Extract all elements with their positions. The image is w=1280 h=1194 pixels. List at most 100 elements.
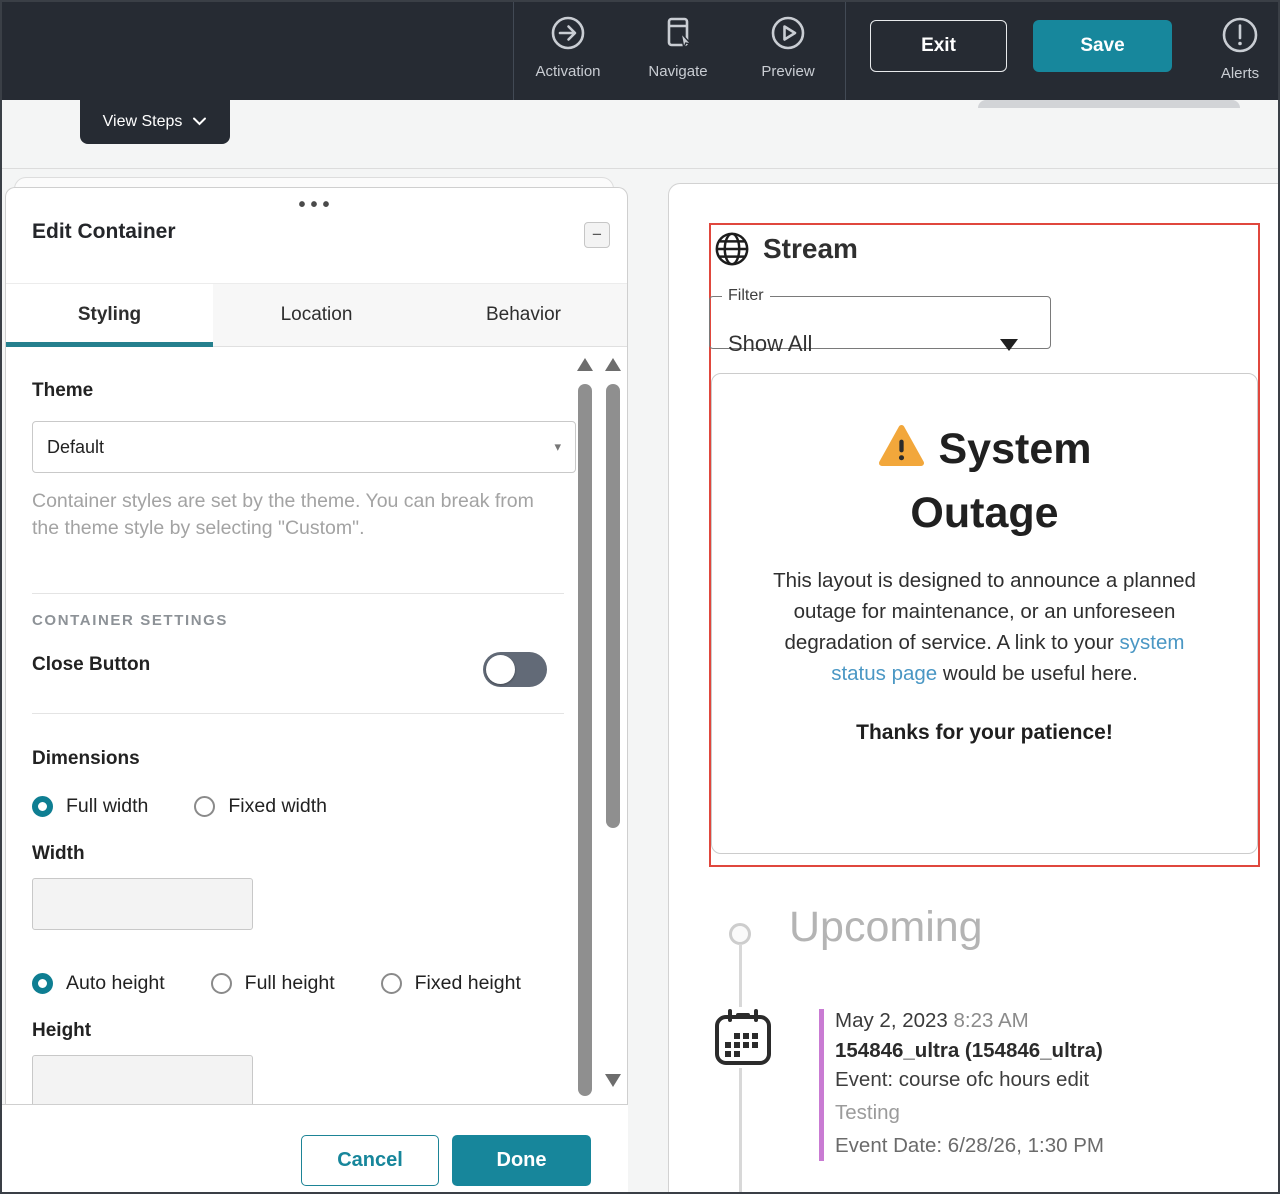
tab-styling[interactable]: Styling <box>6 284 213 346</box>
tab-behavior[interactable]: Behavior <box>420 284 627 346</box>
navigate-button[interactable]: Navigate <box>636 12 720 80</box>
minimize-panel-button[interactable]: − <box>584 222 610 248</box>
cancel-button-label: Cancel <box>337 1149 403 1172</box>
stream-preview-panel: Stream Filter Show All System Outage Thi… <box>668 183 1280 1194</box>
filter-selected-value: Show All <box>728 331 812 357</box>
outer-scrollbar-thumb[interactable] <box>606 384 620 828</box>
radio-button-icon <box>211 973 232 994</box>
radio-full-width-label: Full width <box>66 795 148 818</box>
radio-full-height-label: Full height <box>245 972 335 995</box>
exit-button[interactable]: Exit <box>870 20 1007 72</box>
preview-button[interactable]: Preview <box>746 12 830 80</box>
warning-triangle-icon <box>878 424 925 484</box>
tab-behavior-label: Behavior <box>486 304 561 326</box>
timeline-line <box>739 1068 742 1194</box>
event-date-time: May 2, 2023 8:23 AM <box>835 1009 1255 1033</box>
done-button[interactable]: Done <box>452 1135 591 1186</box>
dropdown-caret-icon <box>1000 339 1018 351</box>
theme-select[interactable]: Default ▾ <box>32 421 576 473</box>
filter-label: Filter <box>722 287 770 305</box>
chevron-down-icon <box>192 113 207 131</box>
event-time: 8:23 AM <box>954 1009 1029 1032</box>
radio-full-height[interactable]: Full height <box>211 972 335 995</box>
save-button[interactable]: Save <box>1033 20 1172 72</box>
inner-scrollbar-thumb[interactable] <box>578 384 592 1096</box>
upcoming-event-item[interactable]: May 2, 2023 8:23 AM 154846_ultra (154846… <box>835 1009 1255 1158</box>
radio-fixed-width-label: Fixed width <box>228 795 327 818</box>
dimensions-heading: Dimensions <box>32 748 140 770</box>
view-steps-dropdown[interactable]: View Steps <box>80 100 230 144</box>
radio-auto-height[interactable]: Auto height <box>32 972 165 995</box>
theme-label: Theme <box>32 380 93 402</box>
toggle-knob <box>486 655 515 684</box>
radio-button-icon <box>32 973 53 994</box>
toolbar-divider <box>513 0 514 100</box>
select-caret-icon: ▾ <box>554 439 561 455</box>
alerts-label: Alerts <box>1221 65 1259 82</box>
timeline-line <box>739 944 742 1007</box>
event-date: May 2, 2023 <box>835 1009 948 1032</box>
outage-title-text: System Outage <box>910 425 1091 537</box>
height-mode-radio-group: Auto height Full height Fixed height <box>32 972 567 995</box>
preview-play-icon <box>767 12 809 59</box>
outage-title: System Outage <box>800 420 1170 543</box>
theme-select-value: Default <box>47 437 104 458</box>
cancel-button[interactable]: Cancel <box>301 1135 439 1186</box>
theme-help-text: Container styles are set by the theme. Y… <box>32 488 542 541</box>
event-accent-bar <box>819 1009 824 1161</box>
radio-fixed-width[interactable]: Fixed width <box>194 795 327 818</box>
event-detail: Event: course ofc hours edit <box>835 1068 1255 1092</box>
globe-icon <box>713 230 751 273</box>
activation-label: Activation <box>535 63 600 80</box>
outage-body: This layout is designed to announce a pl… <box>765 565 1205 689</box>
panel-title: Edit Container <box>32 220 176 244</box>
scroll-down-arrow-icon[interactable] <box>605 1074 621 1087</box>
radio-fixed-height[interactable]: Fixed height <box>381 972 521 995</box>
stream-title: Stream <box>763 233 858 265</box>
tab-location-label: Location <box>281 304 353 326</box>
timeline-node-circle <box>729 923 751 945</box>
close-button-toggle[interactable] <box>483 652 547 687</box>
scroll-up-arrow-icon[interactable] <box>605 358 621 371</box>
page-divider <box>0 168 1280 169</box>
save-button-label: Save <box>1080 35 1124 57</box>
radio-fixed-height-label: Fixed height <box>415 972 521 995</box>
panel-tabs: Styling Location Behavior <box>6 283 627 347</box>
width-input[interactable] <box>32 878 253 930</box>
navigate-panel-cursor-icon <box>657 12 699 59</box>
navigate-label: Navigate <box>648 63 707 80</box>
filter-select[interactable]: Filter Show All <box>709 287 1051 349</box>
exit-button-label: Exit <box>921 35 956 57</box>
tab-location[interactable]: Location <box>213 284 420 346</box>
radio-full-width[interactable]: Full width <box>32 795 148 818</box>
height-input[interactable] <box>32 1055 253 1104</box>
system-outage-card: System Outage This layout is designed to… <box>711 373 1258 854</box>
radio-button-icon <box>32 796 53 817</box>
activation-circle-arrow-icon <box>547 12 589 59</box>
width-label: Width <box>32 843 85 865</box>
outage-thanks-line: Thanks for your patience! <box>712 721 1257 745</box>
edit-container-panel: ••• Edit Container − Styling Location Be… <box>5 187 628 1104</box>
section-divider <box>32 593 564 594</box>
alerts-button[interactable]: Alerts <box>1198 14 1280 82</box>
height-label: Height <box>32 1020 91 1042</box>
hidden-toolbar-edge <box>978 100 1240 108</box>
upcoming-heading: Upcoming <box>789 903 983 952</box>
toolbar-divider <box>845 0 846 100</box>
preview-label: Preview <box>761 63 814 80</box>
event-description: Testing <box>835 1101 1255 1125</box>
done-button-label: Done <box>497 1149 547 1172</box>
event-scheduled-date: Event Date: 6/28/26, 1:30 PM <box>835 1134 1255 1158</box>
section-divider <box>32 713 564 714</box>
top-toolbar: Activation Navigate Preview Ex <box>0 0 1280 100</box>
alert-exclamation-circle-icon <box>1219 14 1261 61</box>
app-window: Activation Navigate Preview Ex <box>0 0 1280 1194</box>
radio-auto-height-label: Auto height <box>66 972 165 995</box>
radio-button-icon <box>381 973 402 994</box>
panel-drag-handle[interactable]: ••• <box>6 194 627 217</box>
view-steps-label: View Steps <box>103 113 183 131</box>
activation-button[interactable]: Activation <box>526 12 610 80</box>
radio-button-icon <box>194 796 215 817</box>
close-button-label: Close Button <box>32 654 150 676</box>
scroll-up-arrow-icon[interactable] <box>577 358 593 371</box>
